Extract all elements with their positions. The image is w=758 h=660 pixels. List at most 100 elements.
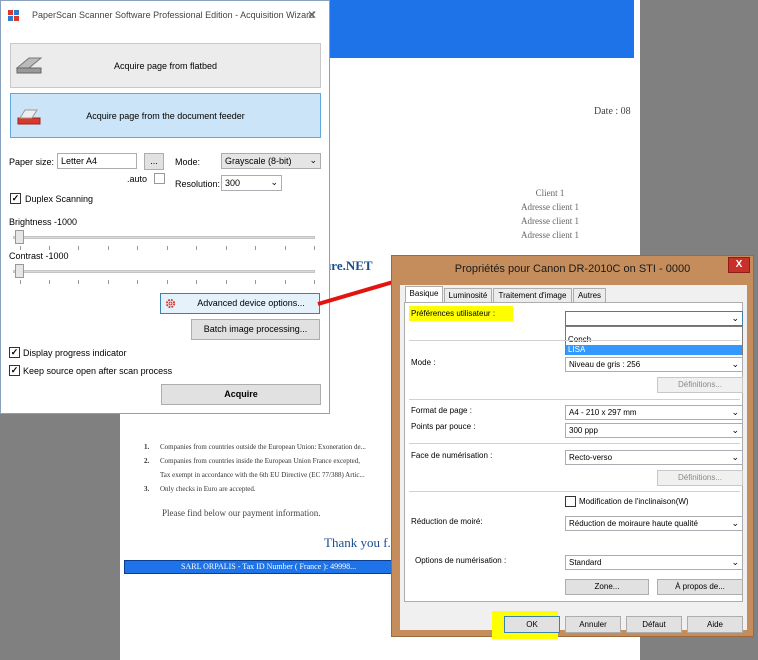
user-preferences-select[interactable]: ⌄ [565,311,743,326]
help-button[interactable]: Aide [687,616,743,633]
tilt-correction-checkbox[interactable] [565,496,576,507]
paperscan-logo-icon [8,10,19,21]
advanced-device-options-button[interactable]: Advanced device options... [160,293,320,314]
wizard-title: PaperScan Scanner Software Professional … [32,10,315,20]
document-date: Date : 08 [594,106,631,117]
contrast-label: Contrast -1000 [9,251,69,261]
mode-label: Mode : [411,358,436,367]
mode-definitions-button[interactable]: Définitions... [657,377,743,393]
zone-button[interactable]: Zone... [565,579,649,595]
flatbed-label: Acquire page from flatbed [113,61,218,71]
dpi-select[interactable]: 300 ppp ⌄ [565,423,743,438]
chevron-down-icon: ⌄ [731,407,739,417]
note-line: Tax exempt in accordance with the 6th EU… [160,471,365,479]
auto-checkbox[interactable] [154,173,165,184]
canon-dialog-title: Propriétés pour Canon DR-2010C on STI - … [454,263,691,275]
duplex-checkbox[interactable]: ✓ [10,193,21,204]
tab-autres[interactable]: Autres [573,288,606,302]
tab-luminosite[interactable]: Luminosité [444,288,492,302]
note-line: 2. Companies from countries inside the Eu… [144,457,361,465]
about-button[interactable]: À propos de... [657,579,743,595]
paper-size-field[interactable]: Letter A4 [57,153,137,169]
tab-traitement-image[interactable]: Traitement d'image [493,288,572,302]
note-line: 3. Only checks in Euro are accepted. [144,485,256,493]
wizard-title-bar[interactable]: PaperScan Scanner Software Professional … [1,1,329,29]
company-footer-bar: SARL ORPALIS - Tax ID Number ( France ):… [124,560,396,574]
progress-indicator-label: Display progress indicator [23,348,127,358]
scan-face-label: Face de numérisation : [411,451,493,460]
user-preferences-label: Préférences utilisateur : [411,309,496,318]
batch-image-processing-button[interactable]: Batch image processing... [191,319,320,340]
separator [409,491,740,492]
contrast-ticks [20,280,316,284]
paperscan-acquisition-wizard: PaperScan Scanner Software Professional … [0,0,330,414]
separator [409,443,740,444]
moire-reduction-select[interactable]: Réduction de moiraure haute qualité ⌄ [565,516,743,531]
acquire-feeder-button[interactable]: Acquire page from the document feeder [10,93,321,138]
brightness-label: Brightness -1000 [9,217,78,227]
resolution-label: Resolution: [175,179,221,189]
mode-label: Mode: [175,157,201,167]
contrast-slider-thumb[interactable] [15,264,24,278]
client-line: Adresse client 1 [521,230,579,240]
close-icon[interactable]: X [728,257,750,273]
dpi-value: 300 ppp [569,426,598,435]
feeder-label: Acquire page from the document feeder [86,111,245,121]
default-button[interactable]: Défaut [626,616,682,633]
canon-properties-dialog: Propriétés pour Canon DR-2010C on STI - … [391,255,754,639]
payment-info-text: Please find below our payment informatio… [162,508,321,518]
gear-icon [165,298,176,309]
mode-select[interactable]: Grayscale (8-bit) ⌄ [221,153,321,169]
chevron-down-icon: ⌄ [731,313,739,323]
contrast-slider-track[interactable] [13,270,315,273]
dropdown-option-lisa[interactable]: LISA [566,345,742,355]
acquire-button[interactable]: Acquire [161,384,321,405]
chevron-down-icon: ⌄ [731,518,739,528]
face-definitions-button[interactable]: Définitions... [657,470,743,486]
duplex-label: Duplex Scanning [25,194,94,204]
canon-title-bar[interactable]: Propriétés pour Canon DR-2010C on STI - … [392,256,753,282]
advanced-options-label: Advanced device options... [197,298,305,308]
moire-reduction-value: Réduction de moiraure haute qualité [569,519,698,528]
document-notes: 1. Companies from countries outside the E… [144,440,404,496]
basique-tab-panel: Préférences utilisateur : ⌄ Conch LISA M… [404,302,743,602]
canon-dialog-body: Basique Luminosité Traitement d'image Au… [400,285,747,639]
chevron-down-icon: ⌄ [731,425,739,435]
brightness-slider-track[interactable] [13,236,315,239]
paper-size-label: Paper size: [9,157,55,167]
chevron-down-icon: ⌄ [270,177,278,187]
dpi-label: Points par pouce : [411,422,476,431]
chevron-down-icon: ⌄ [731,359,739,369]
separator [409,340,740,341]
close-icon[interactable]: ✕ [307,8,317,22]
note-line: 1. Companies from countries outside the E… [144,443,366,451]
scan-options-value: Standard [569,558,602,567]
scan-options-select[interactable]: Standard ⌄ [565,555,743,570]
page-format-value: A4 - 210 x 297 mm [569,408,637,417]
keep-source-open-checkbox[interactable]: ✓ [9,365,20,376]
chevron-down-icon: ⌄ [309,155,317,165]
cancel-button[interactable]: Annuler [565,616,621,633]
tilt-correction-label: Modification de l'inclinaison(W) [579,497,689,506]
paper-size-browse-button[interactable]: ... [144,153,164,170]
scan-options-label: Options de numérisation : [415,556,507,565]
thank-you-text: Thank you f... [324,535,398,550]
auto-label: .auto [127,174,148,184]
scan-face-select[interactable]: Recto-verso ⌄ [565,450,743,465]
brightness-ticks [20,246,316,250]
chevron-down-icon: ⌄ [731,452,739,462]
ok-button[interactable]: OK [504,616,560,633]
page-format-select[interactable]: A4 - 210 x 297 mm ⌄ [565,405,743,420]
resolution-select[interactable]: 300 ⌄ [221,175,282,191]
tab-basique[interactable]: Basique [405,286,443,303]
client-address-block: Client 1 Adresse client 1 Adresse client… [518,186,582,242]
mode-value: Niveau de gris : 256 [569,360,641,369]
mode-value: Grayscale (8-bit) [225,156,292,166]
client-line: Adresse client 1 [521,216,579,226]
resolution-value: 300 [225,178,241,188]
progress-indicator-checkbox[interactable]: ✓ [9,347,20,358]
mode-select[interactable]: Niveau de gris : 256 ⌄ [565,357,743,372]
brightness-slider-thumb[interactable] [15,230,24,244]
acquire-flatbed-button[interactable]: Acquire page from flatbed [10,43,321,88]
moire-reduction-label: Réduction de moiré: [411,517,483,526]
